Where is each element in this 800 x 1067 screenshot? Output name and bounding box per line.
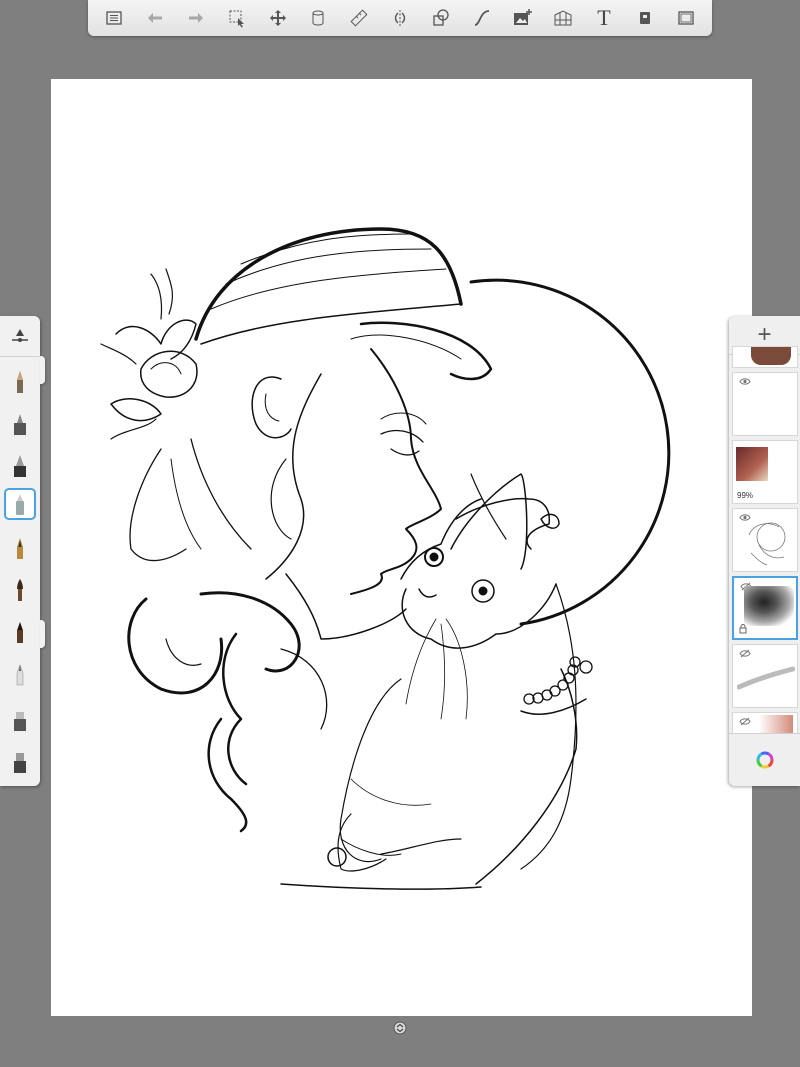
eye-icon[interactable] xyxy=(739,377,751,386)
layer-brush-stroke[interactable] xyxy=(732,644,798,708)
hard-eraser-icon xyxy=(14,753,26,773)
layer-photo[interactable]: 99% xyxy=(732,440,798,504)
pencil-icon xyxy=(17,371,23,393)
layer-lineart[interactable] xyxy=(732,508,798,572)
chisel-marker-icon xyxy=(17,622,23,643)
marker-brush[interactable] xyxy=(4,408,36,440)
stroke-icon[interactable] xyxy=(465,3,499,33)
airbrush-icon xyxy=(16,494,24,515)
color-wheel-icon xyxy=(756,751,773,769)
list-icon[interactable] xyxy=(97,3,131,33)
transform-icon[interactable] xyxy=(261,3,295,33)
undo-icon[interactable] xyxy=(138,3,172,33)
layer-top-partial[interactable] xyxy=(732,346,798,368)
layer-thumbnail xyxy=(759,715,793,733)
brush-properties-icon xyxy=(12,329,28,342)
symmetry-icon[interactable] xyxy=(383,3,417,33)
layer-thumbnail xyxy=(744,586,794,626)
shape-icon[interactable] xyxy=(424,3,458,33)
paintbrush-icon xyxy=(17,579,23,601)
fountain-pen-brush[interactable] xyxy=(4,532,36,564)
brush-palette xyxy=(0,316,40,786)
drawing-canvas[interactable] xyxy=(51,79,752,1016)
eraser-brush[interactable] xyxy=(4,704,36,736)
soft-pencil-icon xyxy=(16,664,24,686)
copic-icon[interactable] xyxy=(301,3,335,33)
top-toolbar: T xyxy=(88,0,712,36)
ruler-icon[interactable] xyxy=(342,3,376,33)
image-add-icon[interactable] xyxy=(505,3,539,33)
ink-pen-brush[interactable] xyxy=(4,450,36,482)
text-tool-label: T xyxy=(597,5,611,30)
add-layer-label: + xyxy=(757,321,772,348)
hard-eraser-brush[interactable] xyxy=(4,746,36,778)
layer-mode-icon[interactable] xyxy=(628,3,662,33)
brush-palette-scroll-handle-top[interactable] xyxy=(40,356,45,384)
fountain-pen-icon xyxy=(17,538,23,559)
lock-icon[interactable] xyxy=(739,624,747,634)
selection-icon[interactable] xyxy=(220,3,254,33)
layer-opacity-label: 99% xyxy=(737,491,754,500)
eye-hidden-icon[interactable] xyxy=(739,649,751,658)
perspective-icon[interactable] xyxy=(546,3,580,33)
artwork-lineart xyxy=(100,227,671,890)
eraser-icon xyxy=(14,712,26,731)
layer-thumbnail xyxy=(748,522,786,566)
airbrush-brush[interactable] xyxy=(4,488,36,520)
layer-blank[interactable] xyxy=(732,372,798,436)
canvas-handle-icon[interactable] xyxy=(393,1021,407,1035)
redo-icon[interactable] xyxy=(179,3,213,33)
marker-icon xyxy=(14,414,26,435)
layer-thumbnail xyxy=(737,666,795,690)
paintbrush-brush[interactable] xyxy=(4,574,36,606)
layer-thumbnail xyxy=(751,347,791,365)
text-icon[interactable]: T xyxy=(587,3,621,33)
layer-editor: + 99% xyxy=(729,316,800,786)
chisel-marker-brush[interactable] xyxy=(4,616,36,648)
soft-pencil-brush[interactable] xyxy=(4,658,36,690)
brush-palette-scroll-handle-bottom[interactable] xyxy=(40,620,45,648)
pencil-brush[interactable] xyxy=(4,366,36,398)
fullscreen-icon[interactable] xyxy=(669,3,703,33)
brush-properties-button[interactable] xyxy=(0,316,40,357)
layer-shading[interactable] xyxy=(732,576,798,640)
eye-hidden-icon[interactable] xyxy=(739,717,751,726)
color-editor-button[interactable] xyxy=(729,733,800,786)
ink-pen-icon xyxy=(14,455,26,477)
layer-thumbnail xyxy=(736,447,768,481)
